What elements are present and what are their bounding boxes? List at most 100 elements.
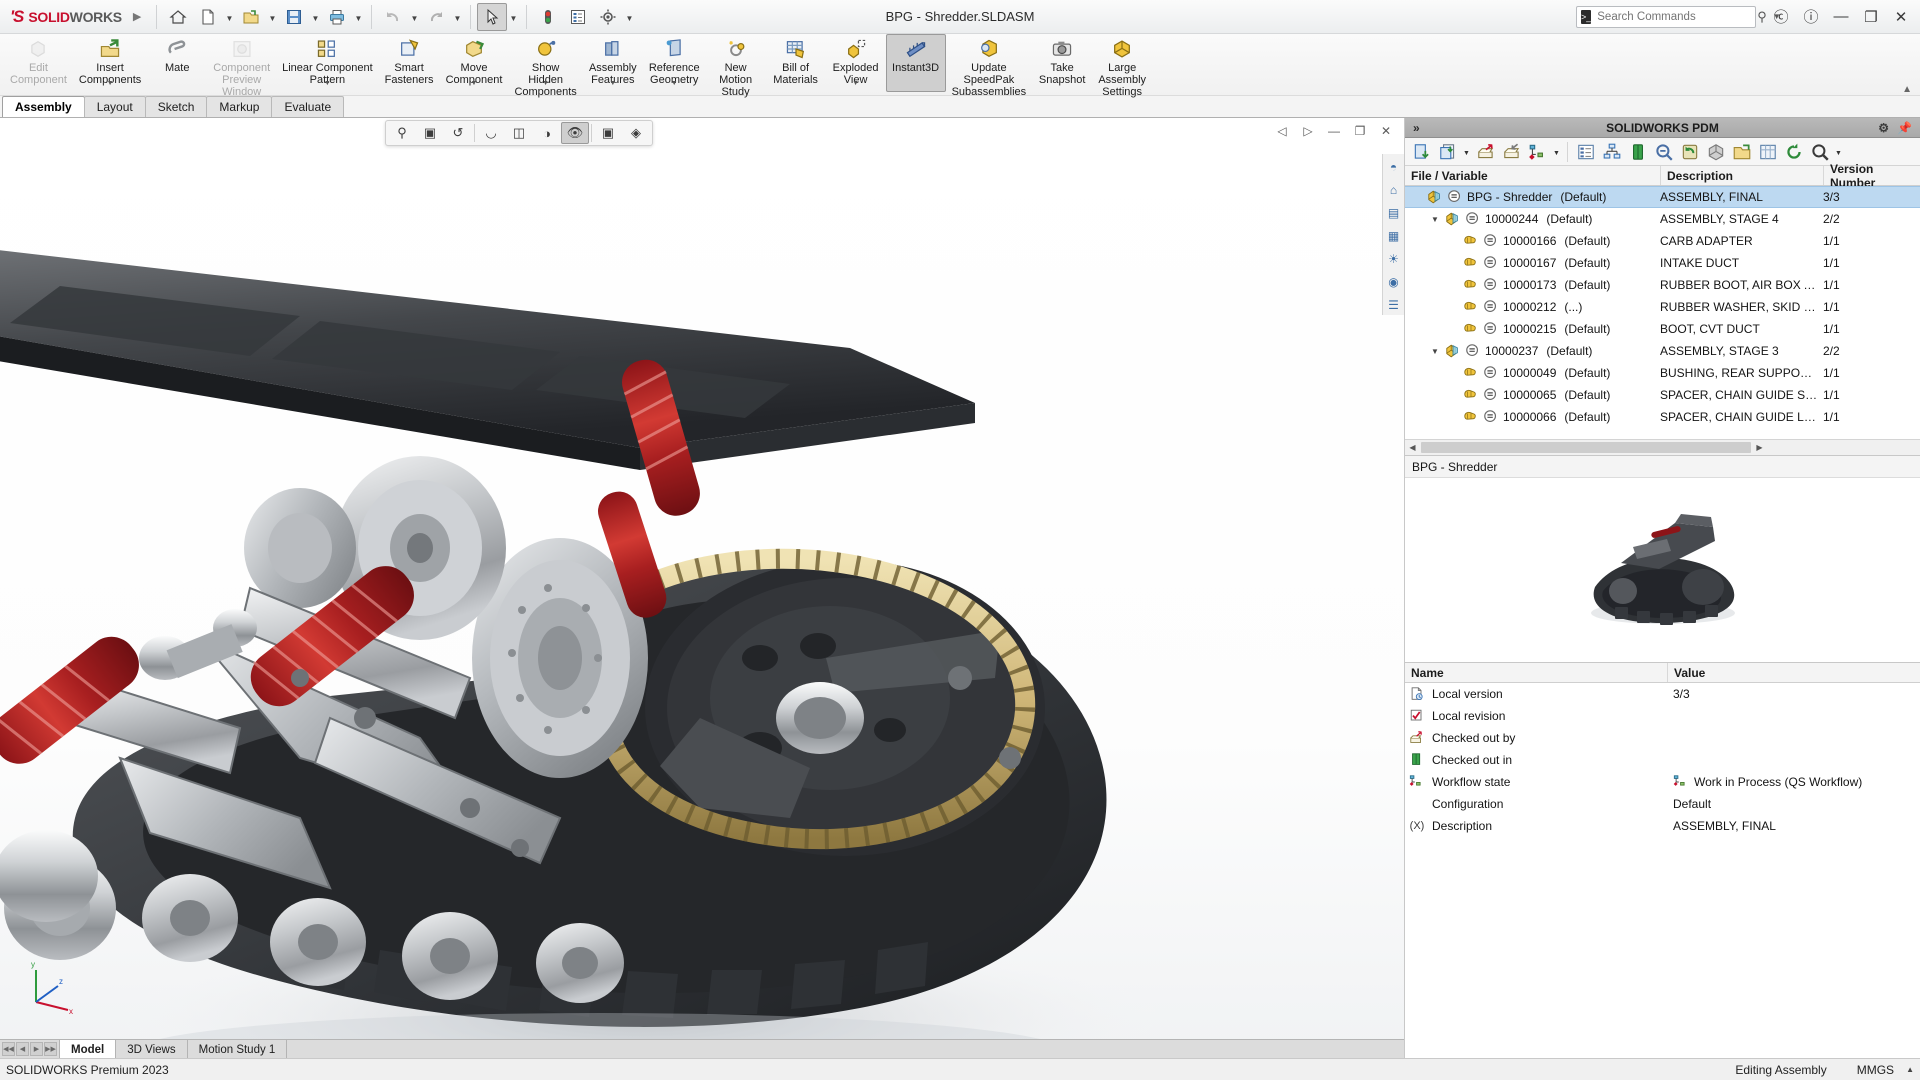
ribbon-command-show-hidden-components[interactable]: Show Hidden Components▼ [508,34,582,92]
search-pdm-icon[interactable] [1651,140,1676,164]
close-window-icon[interactable]: ✕ [1886,3,1916,31]
table-row[interactable]: 10000049(Default)BUSHING, REAR SUPPORT L… [1405,362,1920,384]
table-row[interactable]: 10000166(Default)CARB ADAPTER1/1 [1405,230,1920,252]
chevron-down-icon[interactable]: ▼ [266,3,279,31]
apply-scene-icon[interactable]: ▣ [594,122,622,144]
scroll-thumb[interactable] [1421,442,1751,453]
get-latest-version-icon[interactable] [1409,140,1434,164]
chevron-down-icon[interactable]: ▼ [107,78,114,90]
collapse-ribbon-icon[interactable]: ▲ [1902,84,1912,95]
view-orientation-icon[interactable]: ◫ [505,122,533,144]
chevron-down-icon[interactable]: ▼ [408,3,421,31]
ribbon-command-move-component[interactable]: Move Component▼ [440,34,509,92]
ribbon-command-large-assembly-settings[interactable]: Large Assembly Settings [1092,34,1152,92]
property-row[interactable]: Checked out in [1405,749,1920,771]
solidworks-logo[interactable]: ʹS SOLIDWORKS ▶ [0,7,150,27]
chevron-down-icon[interactable]: ▼ [324,78,331,90]
refresh-icon[interactable] [1781,140,1806,164]
minimize-window-icon[interactable]: — [1826,3,1856,31]
ribbon-command-instant3d[interactable]: Instant3D [886,34,946,92]
ribbon-command-assembly-features[interactable]: Assembly Features▼ [583,34,643,92]
expander-collapse-icon[interactable]: ▼ [1429,215,1441,224]
table-row[interactable]: 10000215(Default)BOOT, CVT DUCT1/1 [1405,318,1920,340]
table-row[interactable]: ▼10000244(Default)ASSEMBLY, STAGE 42/2 [1405,208,1920,230]
property-row[interactable]: Local version3/3 [1405,683,1920,705]
chevron-down-icon[interactable]: ▼ [223,3,236,31]
chevron-down-icon[interactable]: ▼ [852,78,859,90]
decals-icon[interactable]: ◉ [1384,272,1404,292]
chevron-down-icon[interactable]: ▼ [623,3,636,31]
table-row[interactable]: 10000066(Default)SPACER, CHAIN GUIDE LON… [1405,406,1920,428]
column-header-value[interactable]: Value [1667,663,1920,682]
search-commands-box[interactable]: >_ ⚲ ▼ [1576,6,1756,28]
chevron-down-icon[interactable]: ▼ [1833,140,1844,164]
3d-model-viewport[interactable] [0,118,1404,1058]
column-header-file[interactable]: File / Variable [1405,166,1660,185]
ribbon-command-bill-of-materials[interactable]: Bill of Materials [766,34,826,92]
ribbon-command-take-snapshot[interactable]: Take Snapshot [1032,34,1092,92]
pdm-pin-icon[interactable]: 📌 [1897,121,1912,135]
table-row[interactable]: 10000065(Default)SPACER, CHAIN GUIDE SHO… [1405,384,1920,406]
chevron-down-icon[interactable]: ▼ [451,3,464,31]
graphics-area[interactable]: ⚲ ▣ ↺ ◡ ◫ ◑ 👁 ▣ ◈ ◁ ▷ — ❐ ✕ ◓⌂▤▦☀◉ [0,118,1404,1058]
chevron-down-icon[interactable]: ▼ [352,3,365,31]
user-account-icon[interactable]: ⓒ [1766,3,1796,31]
pack-and-go-icon[interactable] [1703,140,1728,164]
property-row[interactable]: Local revision [1405,705,1920,727]
new-document-icon[interactable] [193,3,223,31]
property-row[interactable]: Workflow stateWork in Process (QS Workfl… [1405,771,1920,793]
tab-markup[interactable]: Markup [206,96,272,117]
tab-layout[interactable]: Layout [84,96,146,117]
close-document-icon[interactable]: ✕ [1374,121,1398,141]
ribbon-command-insert-components[interactable]: Insert Components▼ [73,34,147,92]
property-row[interactable]: (X)DescriptionASSEMBLY, FINAL [1405,815,1920,837]
ribbon-command-smart-fasteners[interactable]: Smart Fasteners [379,34,440,92]
scroll-right-icon[interactable]: ▶ [1752,443,1767,452]
contains-tree-icon[interactable] [1599,140,1624,164]
prev-tab-icon[interactable]: ◀ [16,1042,29,1056]
where-used-icon[interactable] [1625,140,1650,164]
first-tab-icon[interactable]: ◀◀ [2,1042,15,1056]
appearances-icon[interactable]: ▤ [1384,203,1404,223]
next-tab-icon[interactable]: ▶ [30,1042,43,1056]
view-home-icon[interactable]: ⌂ [1384,180,1404,200]
vault-view-icon[interactable] [1755,140,1780,164]
last-tab-icon[interactable]: ▶▶ [44,1042,57,1056]
check-in-icon[interactable] [1499,140,1524,164]
column-header-name[interactable]: Name [1405,663,1667,682]
units-chevron-icon[interactable]: ▲ [1906,1065,1914,1074]
ribbon-command-exploded-view[interactable]: Exploded View▼ [826,34,886,92]
chevron-down-icon[interactable]: ▼ [309,3,322,31]
model-tab-model[interactable]: Model [59,1040,116,1058]
undo-checkout-icon[interactable] [1677,140,1702,164]
next-document-icon[interactable]: ▷ [1296,121,1320,141]
display-manager-icon[interactable]: ◓ [1384,157,1404,177]
units-status[interactable]: MMGS [1857,1063,1894,1077]
table-row[interactable]: ▼10000237(Default)ASSEMBLY, STAGE 32/2 [1405,340,1920,362]
help-icon[interactable]: ⓘ [1796,3,1826,31]
restore-window-icon[interactable]: ❐ [1856,3,1886,31]
zoom-to-fit-icon[interactable]: ⚲ [388,122,416,144]
ribbon-command-new-motion-study[interactable]: New Motion Study [706,34,766,92]
expander-collapse-icon[interactable]: ▼ [1429,347,1441,356]
change-state-icon[interactable] [1525,140,1550,164]
chevron-down-icon[interactable]: ▼ [1461,140,1472,164]
chevron-down-icon[interactable]: ▼ [609,78,616,90]
table-row[interactable]: BPG - Shredder(Default)ASSEMBLY, FINAL3/… [1405,186,1920,208]
tab-assembly[interactable]: Assembly [2,96,85,117]
display-style-icon[interactable]: ◑ [533,122,561,144]
tree-horizontal-scrollbar[interactable]: ◀ ▶ [1405,439,1920,455]
table-row[interactable]: 10000167(Default)INTAKE DUCT1/1 [1405,252,1920,274]
pdm-file-preview[interactable] [1405,478,1920,663]
pdm-find-icon[interactable] [1807,140,1832,164]
rebuild-icon[interactable] [533,3,563,31]
save-icon[interactable] [279,3,309,31]
tab-sketch[interactable]: Sketch [145,96,208,117]
check-out-icon[interactable] [1473,140,1498,164]
previous-document-icon[interactable]: ◁ [1270,121,1294,141]
pdm-settings-icon[interactable]: ⚙ [1878,121,1889,135]
chevron-down-icon[interactable]: ▼ [542,78,549,90]
search-input[interactable] [1597,11,1751,23]
ribbon-command-reference-geometry[interactable]: Reference Geometry▼ [643,34,706,92]
view-settings-icon[interactable]: ◈ [622,122,650,144]
